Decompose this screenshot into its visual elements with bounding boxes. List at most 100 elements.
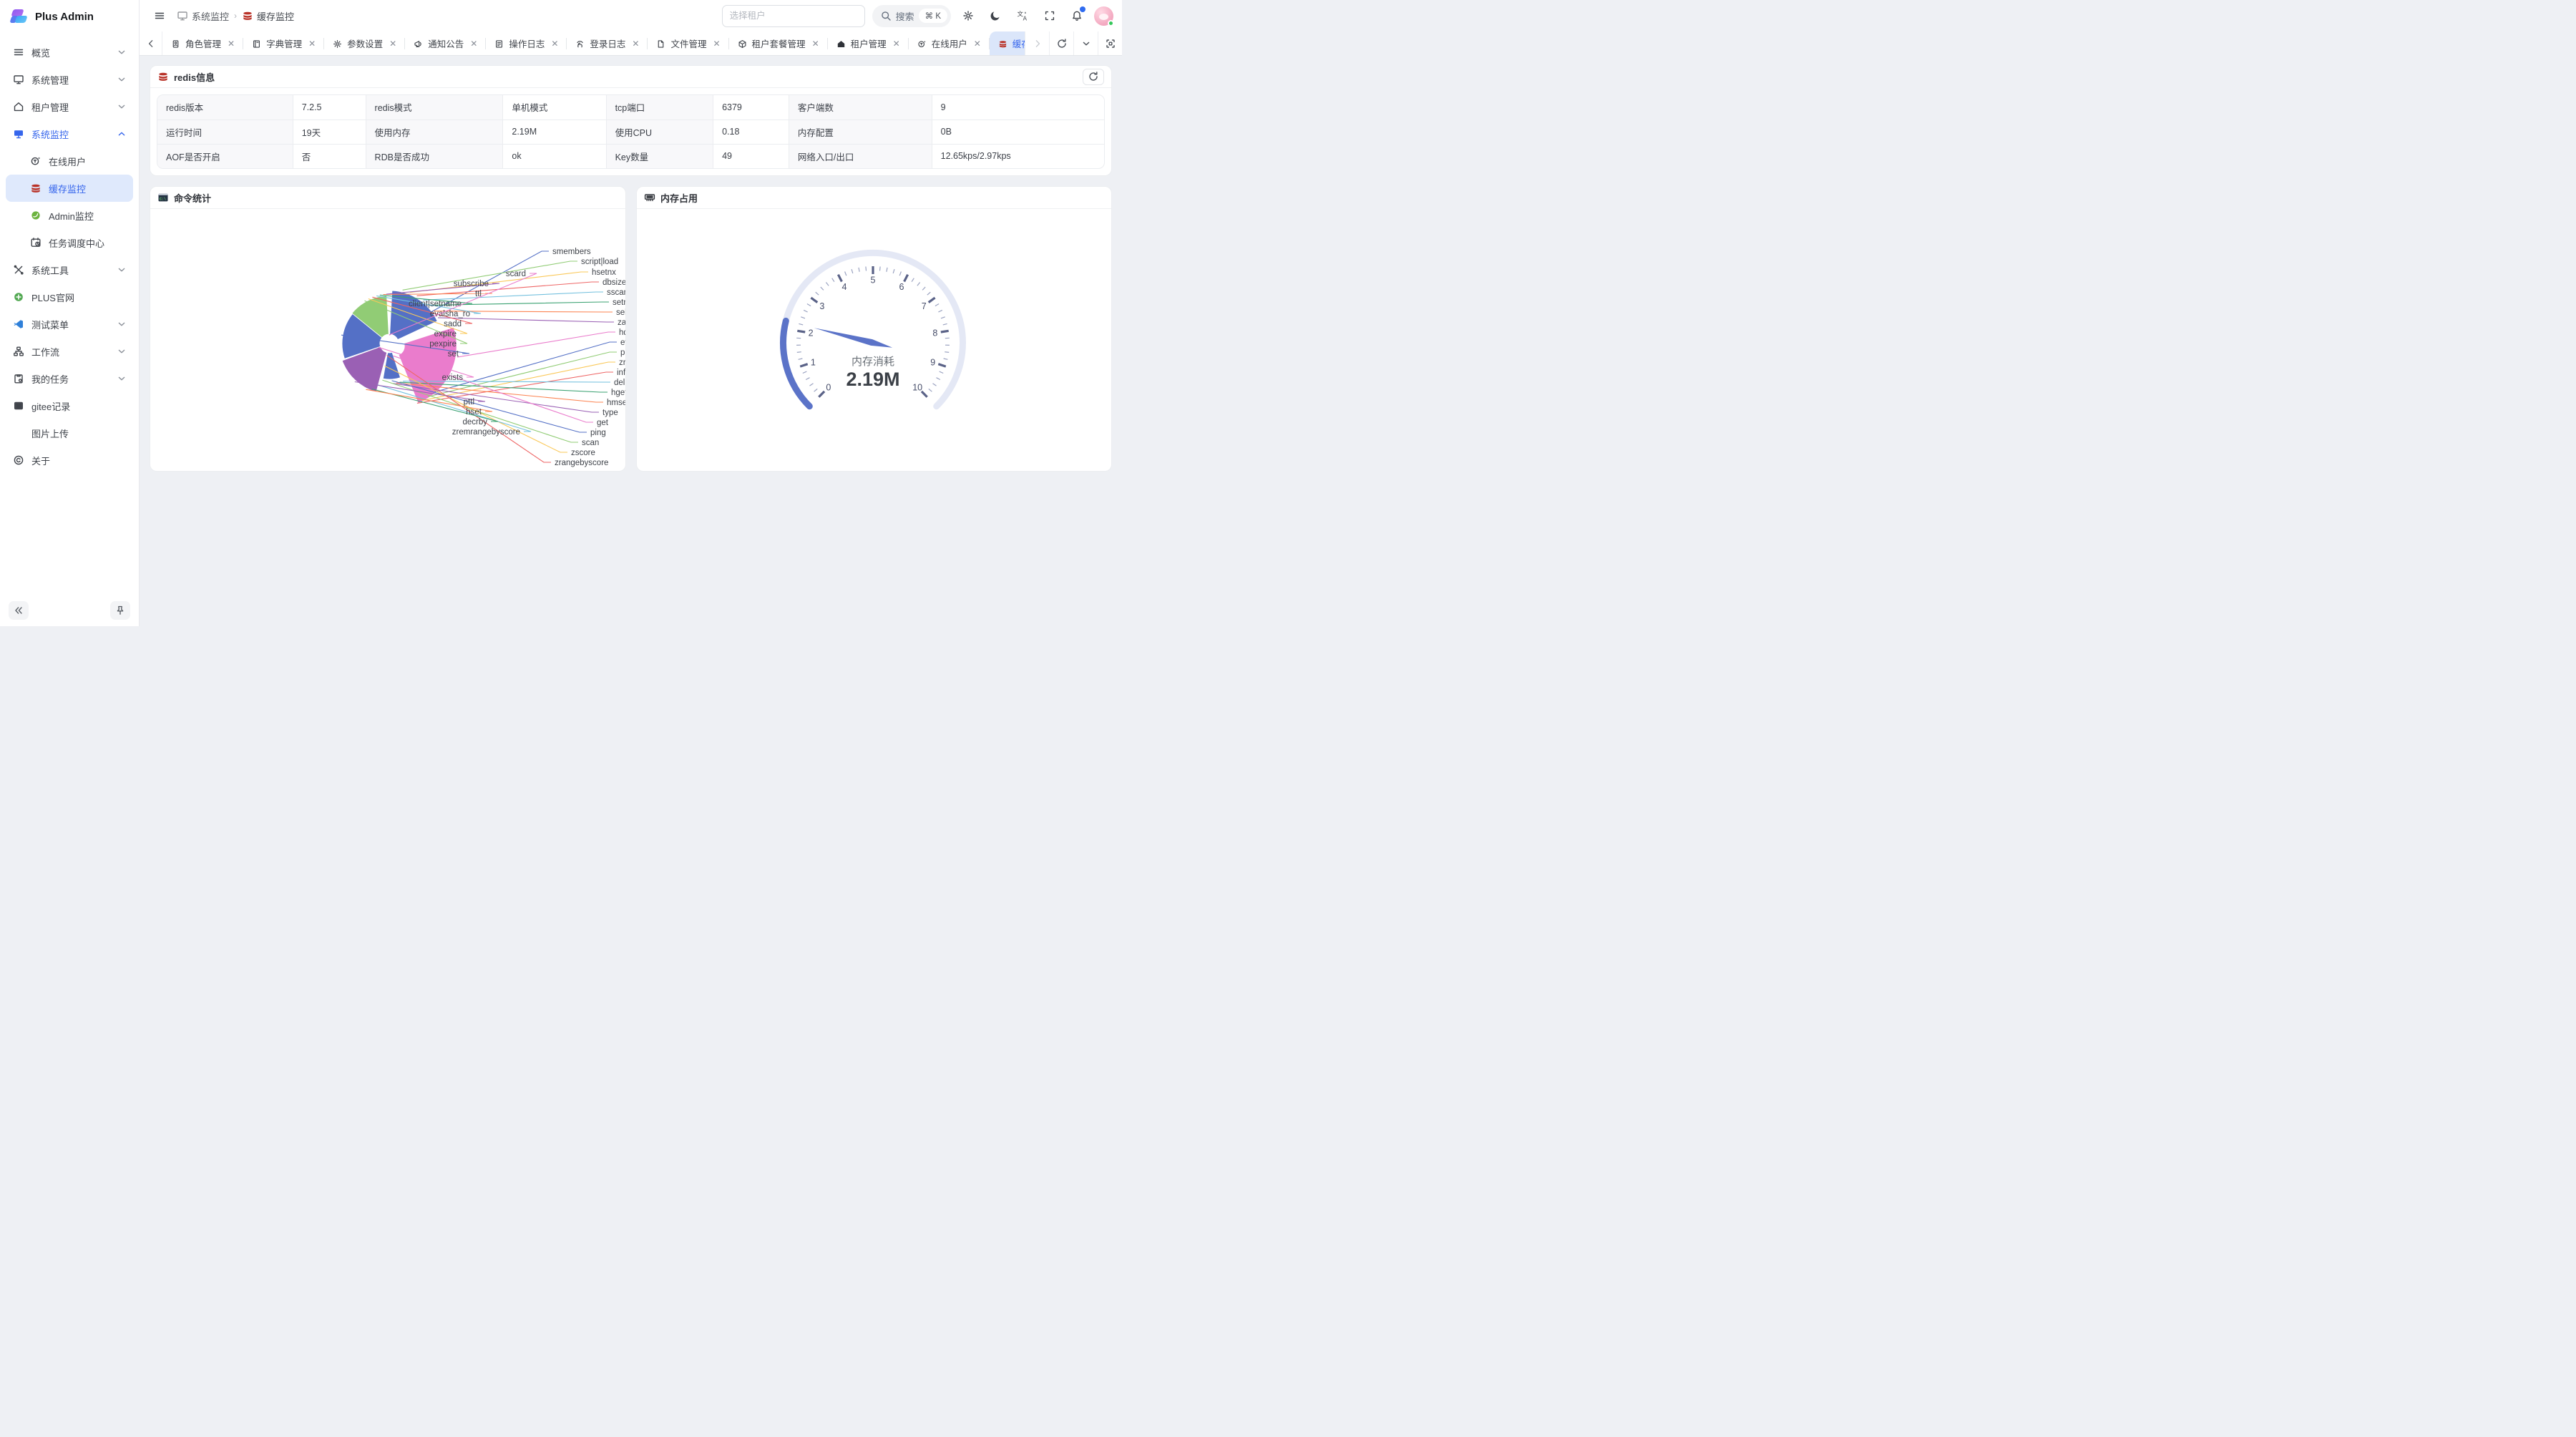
pie-label-zscore: zscore bbox=[571, 449, 595, 457]
sidebar-collapse-button[interactable] bbox=[9, 601, 29, 620]
language-translate-icon[interactable]: 文A bbox=[1013, 6, 1033, 26]
tabs-refresh-button[interactable] bbox=[1049, 31, 1073, 55]
info-label: 客户端数 bbox=[789, 95, 932, 120]
app-logo[interactable]: Plus Admin bbox=[0, 0, 139, 33]
tab-close-icon[interactable]: ✕ bbox=[812, 39, 819, 49]
tab-租户管理[interactable]: 租户管理✕ bbox=[828, 31, 909, 55]
tenant-select-input[interactable] bbox=[722, 5, 865, 27]
memory-usage-gauge-chart[interactable]: 012345678910内存消耗2.19M bbox=[637, 209, 1108, 471]
pie-label-pexpire: pexpire bbox=[429, 340, 457, 349]
search-label: 搜索 bbox=[896, 9, 914, 23]
gauge-tick-label: 2 bbox=[809, 328, 814, 338]
tab-close-icon[interactable]: ✕ bbox=[228, 39, 235, 49]
sidebar-item-系统管理[interactable]: 系统管理 bbox=[6, 66, 133, 93]
pie-label-hdel: hdel bbox=[619, 328, 625, 337]
sidebar-item-label: gitee记录 bbox=[31, 399, 127, 413]
topbar: 系统监控 › 缓存监控 搜索 ⌘ K 文A bbox=[140, 0, 1122, 31]
tab-文件管理[interactable]: 文件管理✕ bbox=[648, 31, 728, 55]
online-user-icon bbox=[917, 38, 927, 48]
sidebar-item-工作流[interactable]: 工作流 bbox=[6, 338, 133, 365]
info-label: redis版本 bbox=[157, 95, 293, 120]
tabs-more-button[interactable] bbox=[1073, 31, 1098, 55]
tab-角色管理[interactable]: 角色管理✕ bbox=[162, 31, 243, 55]
tab-close-icon[interactable]: ✕ bbox=[713, 39, 720, 49]
pie-label-scan: scan bbox=[582, 439, 599, 447]
sidebar-item-测试菜单[interactable]: 测试菜单 bbox=[6, 311, 133, 338]
tab-通知公告[interactable]: 通知公告✕ bbox=[405, 31, 486, 55]
fingerprint-icon bbox=[575, 38, 585, 48]
info-value: 9 bbox=[932, 95, 1104, 120]
pie-label-publish: publish bbox=[620, 349, 625, 357]
sidebar-item-PLUS官网[interactable]: PLUS官网 bbox=[6, 283, 133, 311]
pie-label-zrem: zrem bbox=[619, 359, 625, 367]
tabs-scroll-right-button[interactable] bbox=[1025, 31, 1049, 55]
refresh-button[interactable] bbox=[1083, 69, 1104, 85]
tab-参数设置[interactable]: 参数设置✕ bbox=[324, 31, 405, 55]
redis-icon bbox=[998, 38, 1008, 48]
pie-label-client|setname: client|setname bbox=[409, 300, 462, 308]
info-value: 0.18 bbox=[713, 120, 789, 144]
info-value: 2.19M bbox=[503, 120, 606, 144]
fullscreen-icon[interactable] bbox=[1040, 6, 1060, 26]
command-stats-rose-chart[interactable]: smembersscript|loadhsetnxdbsizesscansetn… bbox=[150, 209, 625, 471]
page-content: redis信息 redis版本7.2.5redis模式单机模式tcp端口6379… bbox=[140, 56, 1122, 481]
sidebar-menu: 概览系统管理租户管理系统监控在线用户缓存监控Admin监控任务调度中心系统工具P… bbox=[0, 33, 139, 595]
user-avatar[interactable] bbox=[1094, 6, 1113, 26]
tab-close-icon[interactable]: ✕ bbox=[551, 39, 558, 49]
breadcrumb-item[interactable]: 系统监控 bbox=[177, 9, 229, 23]
pie-label-zremrangebyscore: zremrangebyscore bbox=[452, 428, 520, 437]
sidebar-item-概览[interactable]: 概览 bbox=[6, 39, 133, 66]
sidebar-item-label: 租户管理 bbox=[31, 100, 109, 114]
sidebar-item-我的任务[interactable]: 我的任务 bbox=[6, 365, 133, 392]
info-label: 网络入口/出口 bbox=[789, 144, 932, 168]
tab-在线用户[interactable]: 在线用户✕ bbox=[909, 31, 990, 55]
tab-close-icon[interactable]: ✕ bbox=[389, 39, 396, 49]
tab-label: 操作日志 bbox=[509, 36, 545, 50]
sidebar-item-任务调度中心[interactable]: 任务调度中心 bbox=[6, 229, 133, 256]
tab-close-icon[interactable]: ✕ bbox=[893, 39, 900, 49]
notification-bell-icon[interactable] bbox=[1067, 6, 1087, 26]
tab-close-icon[interactable]: ✕ bbox=[470, 39, 477, 49]
search-button[interactable]: 搜索 ⌘ K bbox=[872, 5, 951, 27]
breadcrumb-item[interactable]: 缓存监控 bbox=[242, 9, 294, 23]
settings-gear-icon[interactable] bbox=[958, 6, 978, 26]
pie-label-subscribe: subscribe bbox=[454, 280, 489, 288]
pie-label-hmset: hmset bbox=[607, 399, 625, 407]
sidebar-item-在线用户[interactable]: 在线用户 bbox=[6, 147, 133, 175]
online-user-icon bbox=[30, 155, 42, 167]
tab-缓存监控[interactable]: 缓存监控✕ bbox=[990, 31, 1025, 55]
sidebar-item-系统监控[interactable]: 系统监控 bbox=[6, 120, 133, 147]
calendar-clock-icon bbox=[30, 237, 42, 249]
tab-操作日志[interactable]: 操作日志 ✕ bbox=[486, 31, 567, 55]
pie-label-info: info bbox=[617, 369, 625, 377]
collapse-menu-icon[interactable] bbox=[150, 6, 170, 26]
gauge-tick-label: 0 bbox=[826, 383, 831, 393]
tab-close-icon[interactable]: ✕ bbox=[308, 39, 316, 49]
dark-mode-moon-icon[interactable] bbox=[985, 6, 1005, 26]
sidebar-item-图片上传[interactable]: 图片上传 bbox=[6, 419, 133, 447]
sidebar-item-缓存监控[interactable]: 缓存监控 bbox=[6, 175, 133, 202]
pie-label-script|load: script|load bbox=[581, 258, 618, 266]
menu-lines-icon bbox=[13, 47, 24, 59]
tabs-scroll-left-button[interactable] bbox=[140, 31, 162, 55]
content-fullscreen-button[interactable] bbox=[1098, 31, 1122, 55]
info-label: Key数量 bbox=[606, 144, 713, 168]
sidebar-item-Admin监控[interactable]: Admin监控 bbox=[6, 202, 133, 229]
sidebar-item-gitee记录[interactable]: ¥gitee记录 bbox=[6, 392, 133, 419]
tab-租户套餐管理[interactable]: 租户套餐管理✕ bbox=[729, 31, 828, 55]
tab-字典管理[interactable]: 字典管理✕ bbox=[243, 31, 324, 55]
chevron-down-icon bbox=[116, 47, 127, 59]
tab-close-icon[interactable]: ✕ bbox=[974, 39, 981, 49]
breadcrumb-separator: › bbox=[234, 11, 237, 21]
sidebar-pin-button[interactable] bbox=[110, 601, 130, 620]
sidebar-item-label: 概览 bbox=[31, 46, 109, 59]
info-label: 使用内存 bbox=[366, 120, 503, 144]
memory-ram-icon bbox=[644, 192, 655, 204]
sidebar-item-系统工具[interactable]: 系统工具 bbox=[6, 256, 133, 283]
sidebar-item-租户管理[interactable]: 租户管理 bbox=[6, 93, 133, 120]
sidebar-item-关于[interactable]: 关于 bbox=[6, 447, 133, 474]
tab-登录日志[interactable]: 登录日志✕ bbox=[567, 31, 648, 55]
sidebar-item-label: 任务调度中心 bbox=[49, 236, 127, 250]
tab-close-icon[interactable]: ✕ bbox=[632, 39, 639, 49]
gauge-tick-label: 3 bbox=[819, 301, 824, 311]
